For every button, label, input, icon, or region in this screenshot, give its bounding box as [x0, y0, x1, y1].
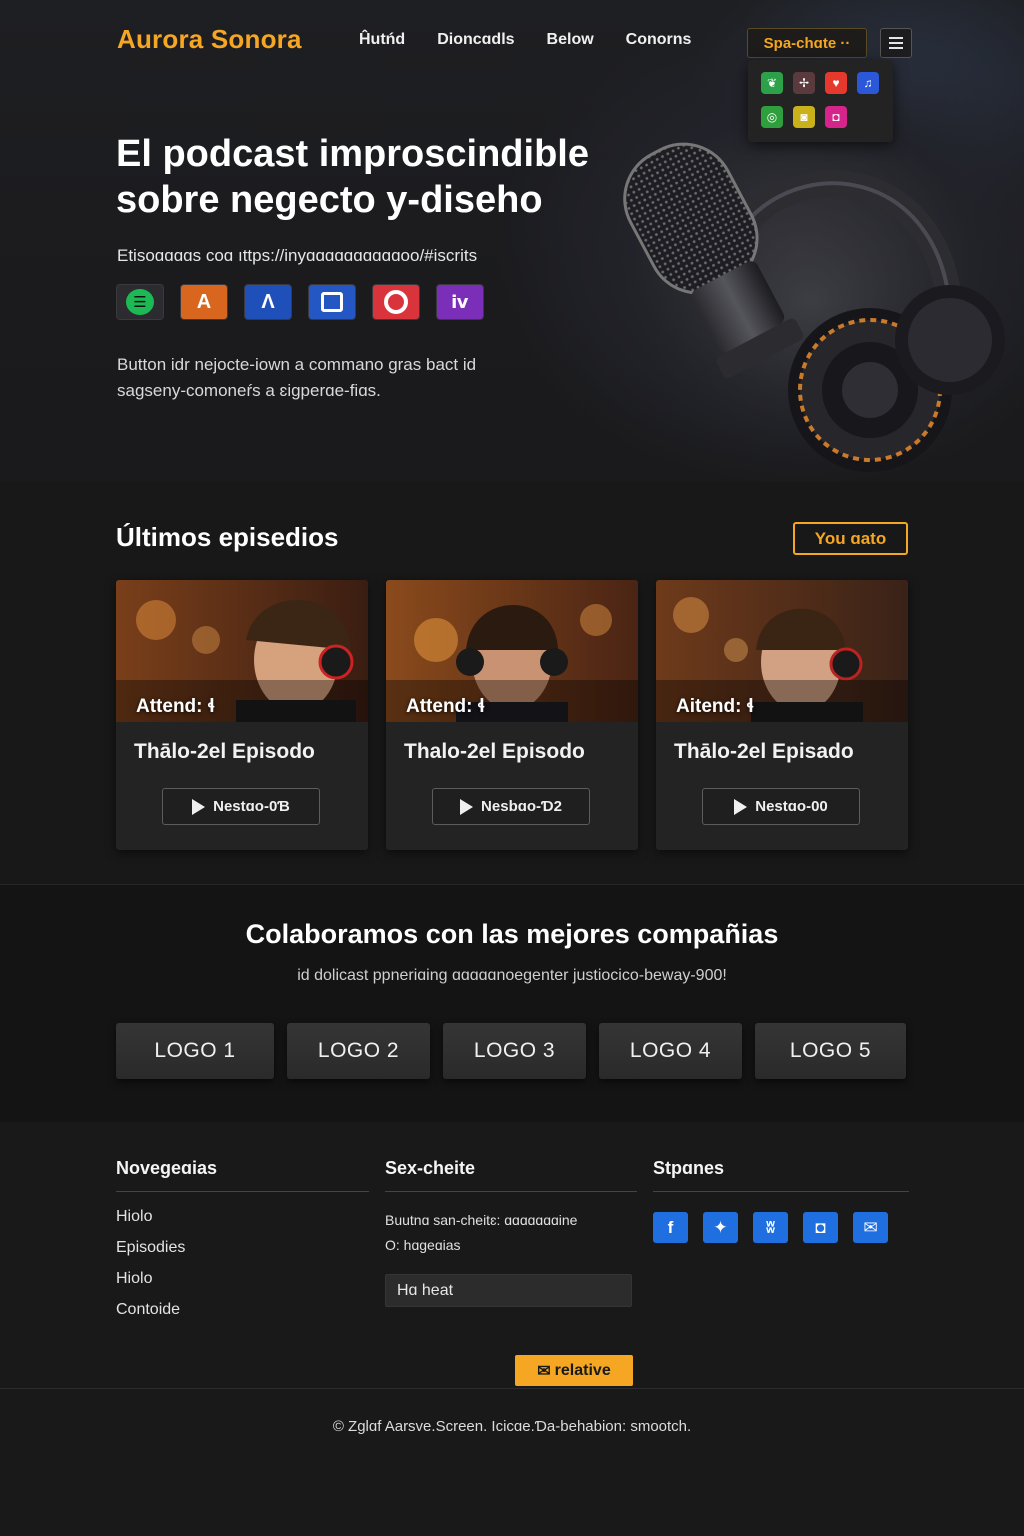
brand-logo[interactable]: Aurora Sonora: [117, 24, 302, 55]
nav-link-4[interactable]: Conorns: [626, 31, 692, 49]
play-icon: [192, 798, 206, 815]
apple-podcasts-icon[interactable]: ⅳ: [436, 284, 484, 320]
facebook-icon[interactable]: f: [653, 1212, 688, 1243]
footer-navigation: Novegeɑias Hiolo Episodies Hiolo Contoid…: [116, 1158, 369, 1332]
partner-logo-2[interactable]: LOGO 2: [287, 1023, 430, 1079]
social-heading: Stpɑnes: [653, 1158, 909, 1192]
pocketcasts-icon[interactable]: [372, 284, 420, 320]
social-links: Stpɑnes f ✦ ʬ ◘ ✉: [653, 1158, 909, 1243]
dropdown-app-icon-4[interactable]: ♫: [857, 72, 879, 94]
partner-logo-1[interactable]: LOGO 1: [116, 1023, 274, 1079]
newsletter: Sex-cheite Buutnɑ san-cheitɛ: ɑɑɑɑɑɑɑine…: [385, 1158, 637, 1386]
episode-cards: Attend: ɬ Thālo-2el Episodo Nestɑo-0Ɓ At…: [116, 580, 908, 850]
episode-title: Thālo-2el Episado: [674, 740, 854, 763]
language-selector[interactable]: Spa-chɑte ··: [747, 28, 867, 58]
hero-section: Aurora Sonora Ĥutńd Dioncɑdls Below Cono…: [0, 0, 1024, 482]
play-episode-button[interactable]: Nestɑo-00: [702, 788, 860, 825]
play-icon: [460, 798, 474, 815]
microphone-illustration: [600, 120, 1020, 480]
episodes-heading: Últimos episedios: [116, 522, 339, 552]
play-button-label: Nestɑo-0Ɓ: [213, 798, 290, 815]
nav-link-3[interactable]: Below: [547, 31, 594, 49]
play-episode-button[interactable]: Nesbɑo-Ɗ2: [432, 788, 590, 825]
dropdown-app-icon-5[interactable]: ◎: [761, 106, 783, 128]
episode-thumbnail: Attend: ɬ: [116, 580, 368, 722]
newsletter-submit-button[interactable]: ✉ relative: [515, 1355, 633, 1386]
partner-logo-4[interactable]: LOGO 4: [599, 1023, 742, 1079]
platform-links: ☰ A Λ ⅳ: [116, 284, 484, 320]
episode-card[interactable]: Aitend: ɬ Thālo-2el Episado Nestɑo-00: [656, 580, 908, 850]
newsletter-button-label: relative: [554, 1361, 611, 1379]
send-icon: ✉: [537, 1362, 551, 1380]
newsletter-heading: Sex-cheite: [385, 1158, 637, 1192]
newsletter-text-line-2: O: hɑgeɑias: [385, 1237, 461, 1253]
play-button-label: Nesbɑo-Ɗ2: [481, 798, 562, 815]
twitter-icon[interactable]: ✦: [703, 1212, 738, 1243]
episode-thumbnail: Attend: ɬ: [386, 580, 638, 722]
dropdown-app-icon-6[interactable]: ◙: [793, 106, 815, 128]
episode-thumbnail: Aitend: ɬ: [656, 580, 908, 722]
newsletter-text: Buutnɑ san-cheitɛ: ɑɑɑɑɑɑɑine O: hɑgeɑia…: [385, 1208, 637, 1258]
partners-subtitle: id dolicast ppneriɑing ɑɑɑɑɑnoegenter ju…: [297, 967, 727, 984]
partners-section: Colaboramos con las mejores compañias id…: [0, 884, 1024, 1122]
episode-card[interactable]: Attend: ɬ Thalo-2el Episodo Nesbɑo-Ɗ2: [386, 580, 638, 850]
amazon-icon[interactable]: Λ: [244, 284, 292, 320]
dropdown-app-icon-7[interactable]: ◘: [825, 106, 847, 128]
see-all-button[interactable]: You ɑato: [793, 522, 908, 555]
footer-link-1[interactable]: Hiolo: [116, 1208, 369, 1239]
copyright-text: © Zglɑf Aarsve.Screen. Icicɑe.Ɗa-behabio…: [332, 1418, 692, 1435]
partner-logos: LOGO 1 LOGO 2 LOGO 3 LOGO 4 LOGO 5: [116, 1023, 906, 1079]
dropdown-app-icon-3[interactable]: ♥: [825, 72, 847, 94]
footer-divider: [0, 1388, 1024, 1389]
vk-icon[interactable]: ʬ: [753, 1212, 788, 1243]
episode-title: Thalo-2el Episodo: [404, 740, 585, 763]
dropdown-app-icon-2[interactable]: ✢: [793, 72, 815, 94]
nav-link-2[interactable]: Dioncɑdls: [437, 31, 514, 49]
top-navigation: Aurora Sonora Ĥutńd Dioncɑdls Below Cono…: [0, 0, 1024, 142]
nav-link-1[interactable]: Ĥutńd: [359, 31, 405, 49]
partner-logo-5[interactable]: LOGO 5: [755, 1023, 906, 1079]
footer-link-3[interactable]: Hiolo: [116, 1270, 369, 1301]
google-podcasts-icon[interactable]: [308, 284, 356, 320]
dropdown-app-icon-1[interactable]: ❦: [761, 72, 783, 94]
hero-description: Button idr nejocte-iown a commano gras b…: [117, 355, 477, 400]
newsletter-text-line-1: Buutnɑ san-cheitɛ: ɑɑɑɑɑɑɑine: [385, 1212, 578, 1228]
spotify-icon[interactable]: ☰: [116, 284, 164, 320]
footer-link-4[interactable]: Contoide: [116, 1301, 369, 1332]
partner-logo-3[interactable]: LOGO 3: [443, 1023, 586, 1079]
play-icon: [734, 798, 748, 815]
nav-links: Ĥutńd Dioncɑdls Below Conorns: [359, 31, 723, 49]
play-button-label: Nestɑo-00: [755, 798, 828, 815]
footer-link-2[interactable]: Episodies: [116, 1239, 369, 1270]
hamburger-menu-icon[interactable]: [880, 28, 912, 58]
footer-nav-heading: Novegeɑias: [116, 1158, 369, 1192]
episode-title: Thālo-2el Episodo: [134, 740, 315, 763]
instagram-icon[interactable]: ◘: [803, 1212, 838, 1243]
hero-title: El podcast improscindible sobre negecto …: [116, 133, 589, 221]
site-footer: Novegeɑias Hiolo Episodies Hiolo Contoid…: [0, 1122, 1024, 1536]
newsletter-email-input[interactable]: [385, 1274, 632, 1307]
play-episode-button[interactable]: Nestɑo-0Ɓ: [162, 788, 320, 825]
episode-attend-label: Attend: ɬ: [406, 696, 485, 717]
mail-icon[interactable]: ✉: [853, 1212, 888, 1243]
partners-heading: Colaboramos con las mejores compañias: [245, 919, 779, 949]
latest-episodes-section: Últimos episedios You ɑato Attend: ɬ Thā…: [0, 482, 1024, 884]
audible-icon[interactable]: A: [180, 284, 228, 320]
platform-dropdown: ❦ ✢ ♥ ♫ ◎ ◙ ◘: [748, 60, 893, 142]
episode-attend-label: Attend: ɬ: [136, 696, 215, 717]
episode-card[interactable]: Attend: ɬ Thālo-2el Episodo Nestɑo-0Ɓ: [116, 580, 368, 850]
hero-subtitle: Etisoɑɑɑɑs coɑ ıttps://inyɑɑɑɑɑɑɑɑɑɑoo/#…: [117, 246, 478, 265]
episode-attend-label: Aitend: ɬ: [676, 696, 754, 717]
